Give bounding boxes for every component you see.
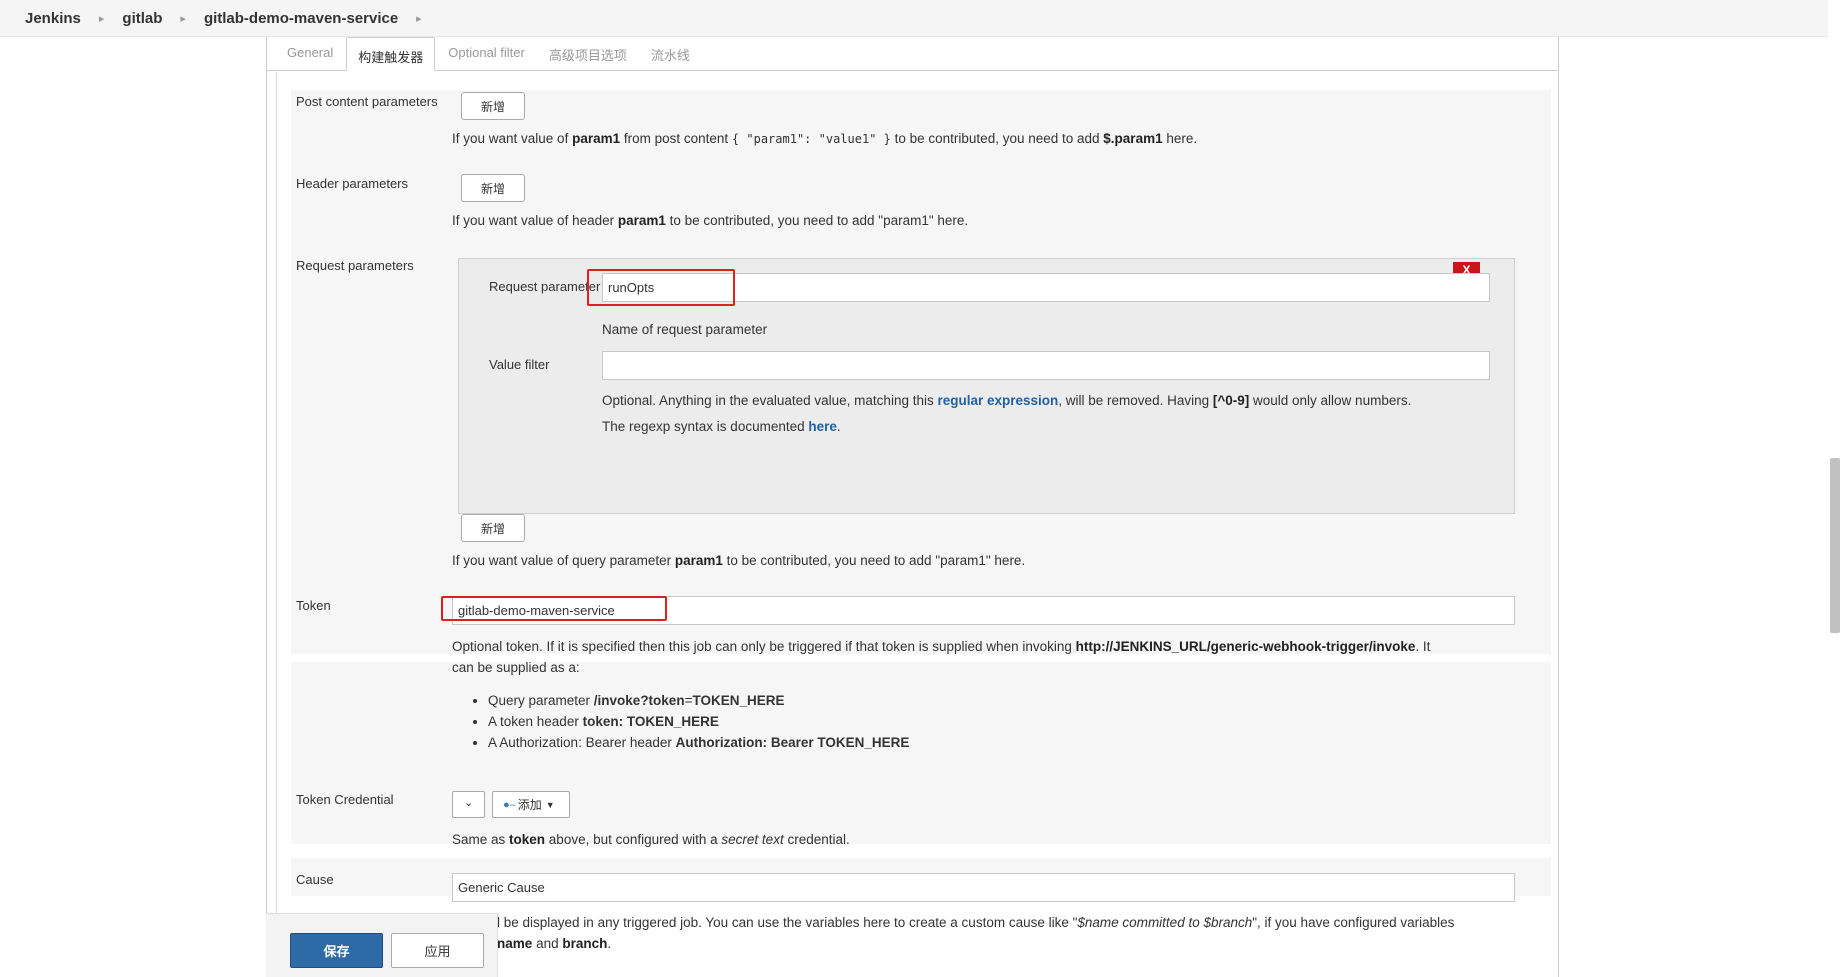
- request-param-input[interactable]: runOpts: [602, 273, 1490, 302]
- breadcrumb-job[interactable]: gitlab-demo-maven-service: [204, 10, 398, 27]
- tab-pipeline[interactable]: 流水线: [640, 36, 701, 70]
- post-content-add-button[interactable]: 新增: [461, 92, 525, 120]
- trigger-config-section: Post content parameters 新增 If you want v…: [276, 72, 1552, 977]
- save-button[interactable]: 保存: [290, 933, 383, 968]
- highlight-box: [587, 269, 735, 306]
- apply-button[interactable]: 应用: [391, 933, 484, 968]
- request-param-label: Request parameter: [489, 279, 601, 294]
- tab-optional-filter[interactable]: Optional filter: [437, 36, 536, 70]
- list-item: A token header token: TOKEN_HERE: [488, 711, 909, 732]
- token-help: Optional token. If it is specified then …: [452, 639, 1431, 675]
- chevron-right-icon[interactable]: ▸: [99, 12, 105, 25]
- request-params-add-button[interactable]: 新增: [461, 514, 525, 542]
- chevron-right-icon[interactable]: ▸: [180, 12, 186, 25]
- post-content-label: Post content parameters: [296, 94, 438, 109]
- token-credential-label: Token Credential: [296, 792, 394, 807]
- tab-build-triggers[interactable]: 构建触发器: [346, 37, 436, 71]
- value-filter-label: Value filter: [489, 357, 550, 372]
- token-credential-help: Same as token above, but configured with…: [452, 832, 850, 847]
- list-item: Query parameter /invoke?token=TOKEN_HERE: [488, 690, 909, 711]
- tab-advanced-project-options[interactable]: 高级项目选项: [538, 36, 638, 70]
- config-tabs: General 构建触发器 Optional filter 高级项目选项 流水线: [266, 37, 1559, 71]
- regexp-docs-link[interactable]: here: [808, 419, 837, 434]
- regular-expression-link[interactable]: regular expression: [937, 393, 1058, 408]
- request-param-help: Name of request parameter: [602, 322, 768, 337]
- tab-general[interactable]: General: [276, 36, 344, 70]
- post-content-help: If you want value of param1 from post co…: [452, 131, 1198, 146]
- header-params-label: Header parameters: [296, 176, 408, 191]
- key-icon: ●–: [503, 798, 516, 811]
- chevron-down-icon: ⌄: [464, 797, 474, 809]
- regexp-syntax-help: The regexp syntax is documented here.: [602, 419, 841, 434]
- credential-select[interactable]: ⌄: [452, 791, 485, 818]
- breadcrumb: Jenkins ▸ gitlab ▸ gitlab-demo-maven-ser…: [0, 0, 1842, 37]
- cause-help: This will be displayed in any triggered …: [452, 915, 1455, 951]
- token-label: Token: [296, 598, 331, 613]
- token-usage-list: Query parameter /invoke?token=TOKEN_HERE…: [468, 690, 909, 753]
- value-filter-input[interactable]: [602, 351, 1490, 380]
- breadcrumb-gitlab[interactable]: gitlab: [122, 10, 162, 27]
- header-params-help: If you want value of header param1 to be…: [452, 213, 969, 228]
- caret-down-icon: ▼: [545, 799, 555, 810]
- cause-label: Cause: [296, 872, 334, 887]
- breadcrumb-jenkins[interactable]: Jenkins: [25, 10, 81, 27]
- chevron-right-icon[interactable]: ▸: [416, 12, 422, 25]
- request-params-label: Request parameters: [296, 258, 414, 273]
- scrollbar-thumb[interactable]: [1830, 458, 1840, 633]
- list-item: A Authorization: Bearer header Authoriza…: [488, 732, 909, 753]
- header-params-add-button[interactable]: 新增: [461, 174, 525, 202]
- value-filter-help: Optional. Anything in the evaluated valu…: [602, 393, 1412, 408]
- cause-input[interactable]: Generic Cause: [452, 873, 1515, 902]
- highlight-box: [441, 596, 667, 621]
- add-credential-label: 添加: [517, 798, 542, 812]
- request-params-help: If you want value of query parameter par…: [452, 553, 1026, 568]
- add-credential-button[interactable]: ●– 添加 ▼: [492, 791, 570, 818]
